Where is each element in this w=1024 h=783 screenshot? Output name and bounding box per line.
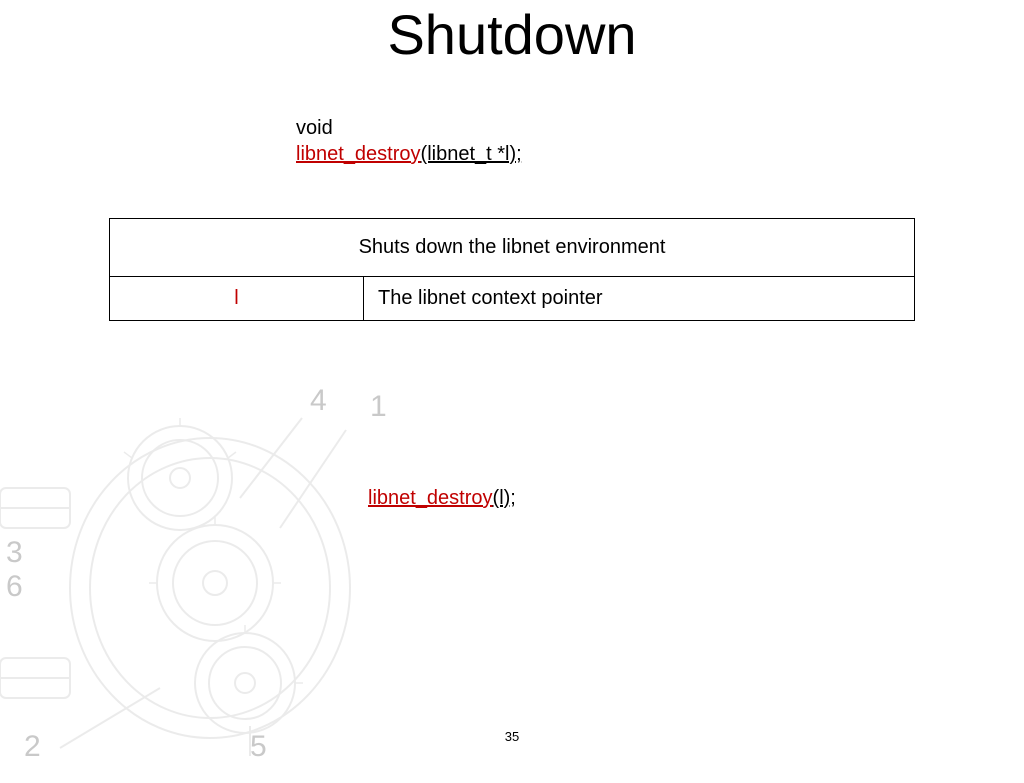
call-example: libnet_destroy(l);	[368, 487, 516, 510]
function-name: libnet_destroy	[296, 143, 421, 165]
function-params: (libnet_t *l);	[421, 143, 522, 165]
return-type: void	[296, 117, 333, 139]
decor-number-6: 6	[6, 570, 23, 604]
decor-number-3: 3	[6, 536, 23, 570]
description-cell: Shuts down the libnet environment	[110, 219, 915, 277]
decor-number-4: 4	[310, 384, 327, 418]
param-desc-cell: The libnet context pointer	[364, 277, 915, 321]
decor-number-1: 1	[370, 390, 387, 424]
table-row: Shuts down the libnet environment	[110, 219, 915, 277]
decorative-gears	[0, 358, 410, 778]
slide-title: Shutdown	[0, 2, 1024, 67]
param-name-cell: l	[110, 277, 364, 321]
function-signature: void libnet_destroy(libnet_t *l);	[296, 115, 522, 167]
call-function-name: libnet_destroy	[368, 487, 493, 509]
table-row: l The libnet context pointer	[110, 277, 915, 321]
description-table: Shuts down the libnet environment l The …	[109, 218, 915, 321]
page-number: 35	[0, 729, 1024, 744]
call-args: (l);	[493, 487, 516, 509]
slide: 4 1 3 6 2 5 Shutdown void libnet_destroy…	[0, 0, 1024, 768]
